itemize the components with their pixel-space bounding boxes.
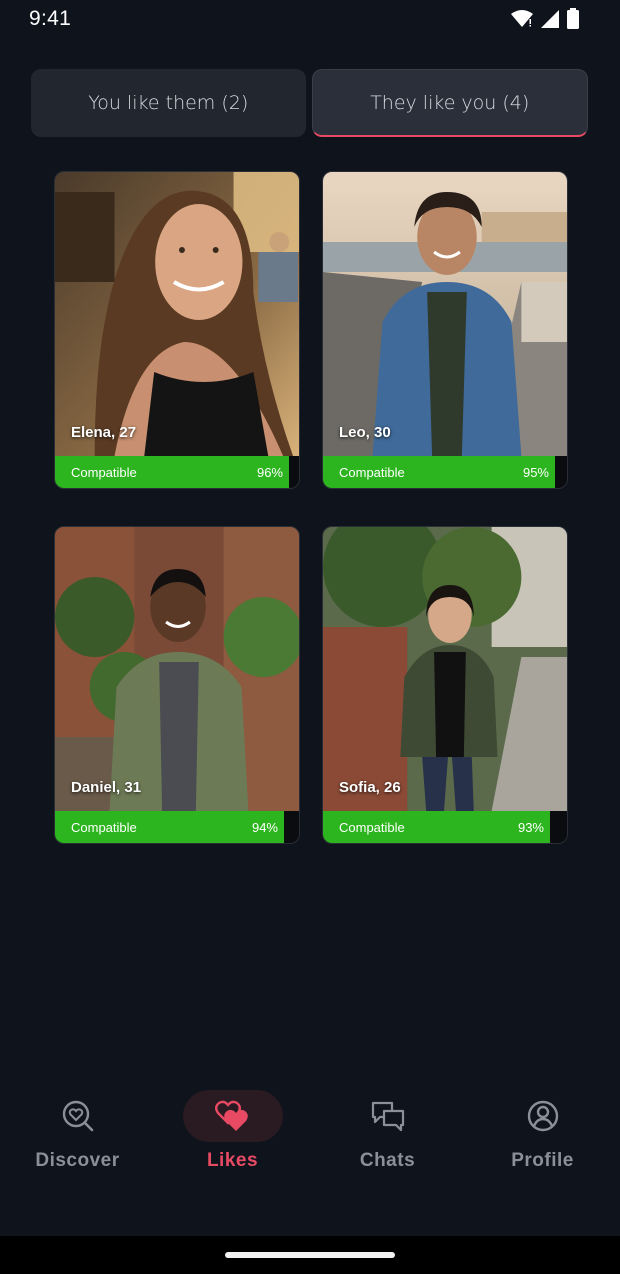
nav-discover[interactable]: Discover — [0, 1080, 155, 1190]
heart-search-icon — [62, 1100, 93, 1132]
nav-likes-icon-wrap — [182, 1090, 283, 1142]
nav-likes-label: Likes — [206, 1150, 259, 1171]
compatibility-bar: Compatible 95% — [323, 456, 567, 488]
tab-they-like-you-label: They like you (4) — [370, 91, 530, 114]
nav-discover-label: Discover — [35, 1150, 120, 1171]
profile-photo — [323, 527, 567, 811]
profile-name: Leo, 30 — [339, 424, 391, 441]
nav-discover-icon-wrap — [28, 1090, 128, 1142]
compatibility-percent: 96% — [256, 465, 283, 480]
profile-card[interactable]: Leo, 30 Compatible 95% — [322, 171, 568, 489]
profile-name: Sofia, 26 — [339, 779, 401, 796]
compatibility-percent: 94% — [251, 820, 278, 835]
nav-profile-label: Profile — [511, 1150, 574, 1171]
nav-chats-icon-wrap — [338, 1090, 438, 1142]
compatibility-label: Compatible — [71, 465, 137, 480]
compatibility-bar: Compatible 94% — [55, 811, 299, 843]
profile-card[interactable]: Sofia, 26 Compatible 93% — [322, 526, 568, 844]
profile-photo — [55, 527, 299, 811]
system-navigation-area — [0, 1236, 620, 1274]
cellular-signal-icon — [541, 10, 559, 28]
bottom-navigation: Discover Likes Chats Profile — [0, 1080, 620, 1190]
compatibility-bar: Compatible 96% — [55, 456, 299, 488]
tab-you-like-them-label: You like them (2) — [88, 92, 249, 114]
compatibility-label: Compatible — [71, 820, 137, 835]
home-gesture-handle[interactable] — [225, 1252, 395, 1258]
profile-card[interactable]: Daniel, 31 Compatible 94% — [54, 526, 300, 844]
status-icons — [510, 8, 580, 30]
compatibility-label: Compatible — [339, 465, 405, 480]
profile-card[interactable]: Elena, 27 Compatible 96% — [54, 171, 300, 489]
profile-photo — [55, 172, 299, 456]
battery-icon — [567, 8, 579, 29]
profile-photo — [323, 172, 567, 456]
status-time: 9:41 — [29, 7, 72, 30]
compatibility-percent: 93% — [517, 820, 544, 835]
profile-name: Daniel, 31 — [71, 779, 142, 796]
chat-bubbles-icon — [371, 1101, 404, 1132]
double-heart-icon — [214, 1100, 248, 1131]
compatibility-label: Compatible — [339, 820, 405, 835]
profile-name: Elena, 27 — [71, 424, 137, 441]
user-circle-icon — [527, 1100, 558, 1132]
compatibility-percent: 95% — [522, 465, 549, 480]
likes-tab-bar: You like them (2) They like you (4) — [31, 69, 588, 139]
nav-chats-label: Chats — [359, 1150, 416, 1171]
nav-profile-icon-wrap — [493, 1090, 593, 1142]
nav-chats[interactable]: Chats — [310, 1080, 465, 1190]
nav-likes[interactable]: Likes — [155, 1080, 310, 1190]
nav-profile[interactable]: Profile — [465, 1080, 620, 1190]
compatibility-bar: Compatible 93% — [323, 811, 567, 843]
tab-you-like-them[interactable]: You like them (2) — [31, 69, 306, 137]
status-bar: 9:41 — [0, 0, 620, 40]
wifi-icon — [511, 10, 533, 27]
tab-they-like-you[interactable]: They like you (4) — [311, 69, 588, 137]
